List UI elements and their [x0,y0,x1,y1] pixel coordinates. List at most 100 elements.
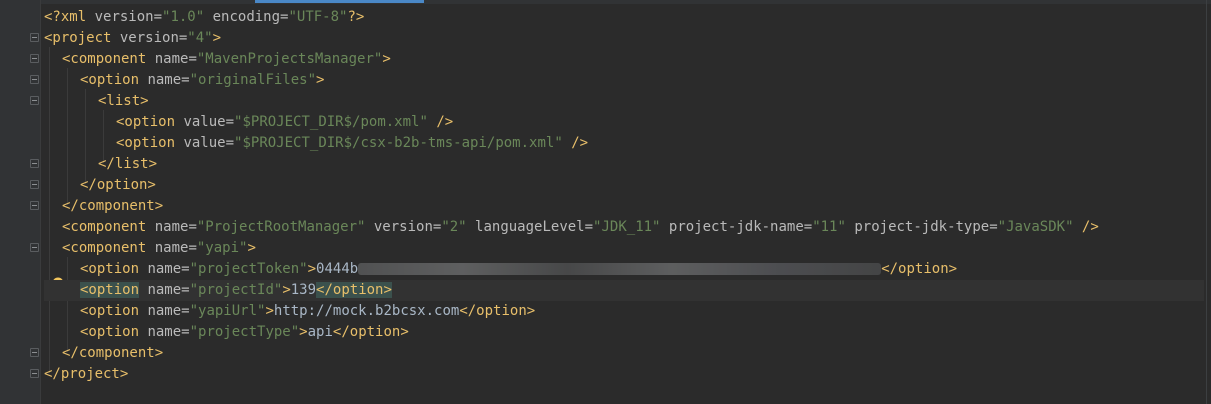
tag-end: </option> [332,324,409,340]
editor-top-border [0,0,1211,4]
element-text: 139 [290,282,317,298]
tag: </component> [62,198,164,214]
attribute-value: "4" [187,30,213,46]
right-margin-guide [1206,0,1207,404]
attribute-name: version= [111,30,188,46]
attribute-value: "11" [812,219,846,235]
code-line-7[interactable]: <option value="$PROJECT_DIR$/csx-b2b-tms… [44,133,1204,154]
attribute-value: "2" [441,219,467,235]
attribute-value: "$PROJECT_DIR$/csx-b2b-tms-api/pom.xml" [234,135,563,151]
tag-close: /> [1073,219,1099,235]
code-line-3[interactable]: <component name="MavenProjectsManager"> [44,49,1204,70]
tag-close: > [247,240,256,256]
code-line-6[interactable]: <option value="$PROJECT_DIR$/pom.xml" /> [44,112,1204,133]
tag-open: <option [80,303,140,319]
fold-toggle-icon[interactable] [30,75,39,84]
code-line-15[interactable]: <option name="yapiUrl">http://mock.b2bcs… [44,301,1204,322]
tag-open: <option [80,324,140,340]
tag: </list> [98,156,158,172]
attribute-name: name= [146,219,197,235]
xml-declaration-close: ?> [347,9,365,25]
tag-open: <option [80,72,140,88]
tag-open: <option [116,135,176,151]
fold-toggle-icon[interactable] [30,201,39,210]
attribute-value: "UTF-8" [288,9,348,25]
fold-toggle-icon[interactable] [30,33,39,42]
tag-close: > [307,261,317,277]
tag: </component> [62,345,164,361]
tag-close: > [282,282,291,298]
tag-open: <component [62,51,147,67]
element-text: api [307,324,333,340]
attribute-name: name= [139,72,190,88]
tag-end-matched: </option> [316,282,392,298]
attribute-name: version= [365,219,442,235]
attribute-name: name= [139,303,190,319]
code-line-16[interactable]: <option name="projectType">api</option> [44,322,1204,343]
code-line-10[interactable]: </component> [44,196,1204,217]
code-line-14[interactable]: <option name="projectId">139</option> [44,280,1204,301]
tag-close: > [382,51,391,67]
tag-close: > [265,303,274,319]
attribute-name: project-jdk-name= [660,219,813,235]
tag-end: </option> [459,303,536,319]
active-tab-indicator [255,0,424,3]
attribute-value: "$PROJECT_DIR$/pom.xml" [234,114,428,130]
tag-open-matched: <option [80,282,140,298]
tag-close: /> [427,114,454,130]
attribute-name: version= [86,9,163,25]
attribute-value: "yapi" [196,240,248,256]
code-lines[interactable]: <?xml version="1.0" encoding="UTF-8"?> <… [44,7,1204,385]
attribute-name: languageLevel= [466,219,594,235]
fold-toggle-icon[interactable] [30,243,39,252]
code-line-18[interactable]: </project> [44,364,1204,385]
attribute-value: "JDK_11" [593,219,661,235]
attribute-value: "projectId" [189,282,283,298]
element-text: 0444b [316,261,359,277]
attribute-name: project-jdk-type= [845,219,998,235]
attribute-name: value= [175,135,235,151]
code-line-13[interactable]: <option name="projectToken">0444b </optio… [44,259,1204,280]
code-line-9[interactable]: </option> [44,175,1204,196]
attribute-value: "MavenProjectsManager" [196,51,383,67]
tag: </project> [44,366,129,382]
fold-toggle-icon[interactable] [30,96,39,105]
code-line-2[interactable]: <project version="4"> [44,28,1204,49]
attribute-name: name= [146,51,197,67]
attribute-name: name= [139,282,190,298]
code-editor[interactable]: <?xml version="1.0" encoding="UTF-8"?> <… [0,0,1211,404]
attribute-name: name= [146,240,197,256]
code-line-11[interactable]: <component name="ProjectRootManager" ver… [44,217,1204,238]
code-line-5[interactable]: <list> [44,91,1204,112]
attribute-value: "originalFiles" [189,72,317,88]
code-line-12[interactable]: <component name="yapi"> [44,238,1204,259]
fold-toggle-icon[interactable] [30,159,39,168]
fold-toggle-icon[interactable] [30,180,39,189]
redacted-token [358,263,882,275]
element-text: http://mock.b2bcsx.com [273,303,460,319]
tag-open: <component [62,240,147,256]
code-line-8[interactable]: </list> [44,154,1204,175]
tag: </option> [80,177,156,193]
xml-declaration-open: <?xml [44,9,87,25]
attribute-value: "yapiUrl" [189,303,266,319]
attribute-name: encoding= [204,9,289,25]
code-line-17[interactable]: </component> [44,343,1204,364]
tag-close: /> [562,135,589,151]
fold-toggle-icon[interactable] [30,369,39,378]
tag-open: <option [80,261,140,277]
attribute-name: name= [139,261,190,277]
fold-toggle-icon[interactable] [30,54,39,63]
attribute-value: "ProjectRootManager" [196,219,366,235]
tag: <list> [98,93,149,109]
gutter-divider [40,0,41,404]
code-line-4[interactable]: <option name="originalFiles"> [44,70,1204,91]
code-line-1[interactable]: <?xml version="1.0" encoding="UTF-8"?> [44,7,1204,28]
fold-toggle-icon[interactable] [30,348,39,357]
tag-open: <option [116,114,176,130]
tag-end: </option> [881,261,958,277]
tag-open: <project [44,30,112,46]
tag-close: > [299,324,308,340]
tag-open: <component [62,219,147,235]
attribute-value: "projectToken" [189,261,308,277]
